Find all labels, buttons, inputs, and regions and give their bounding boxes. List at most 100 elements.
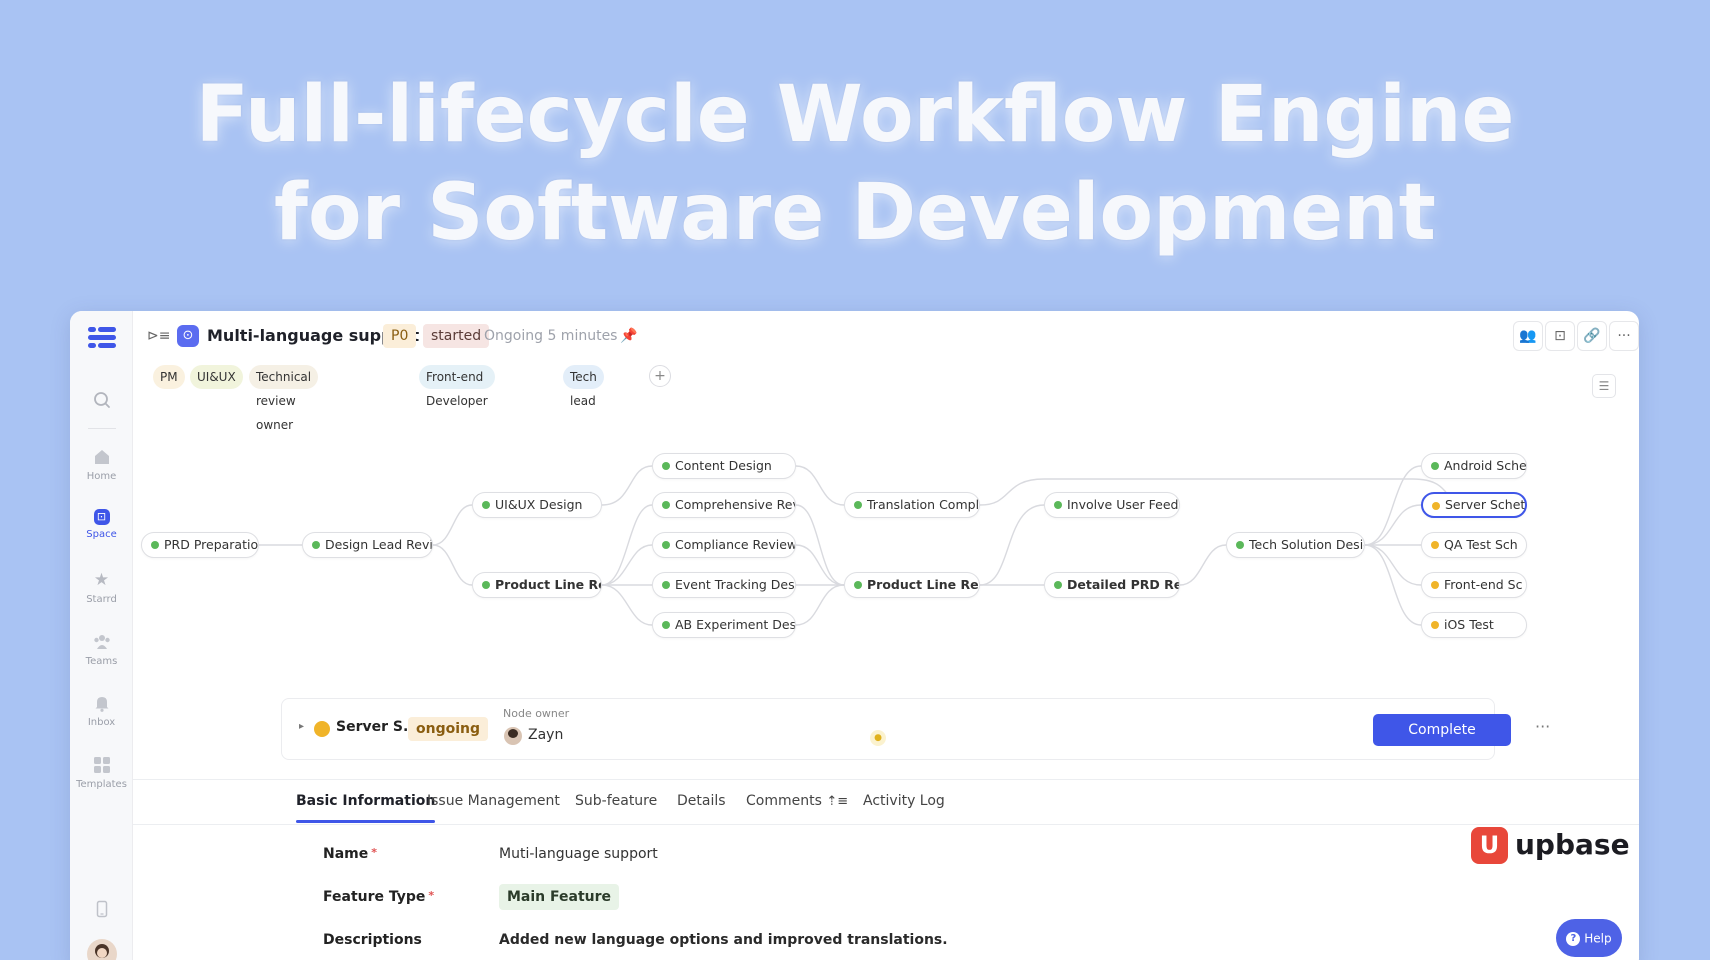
name-field-value[interactable]: Muti-language support (499, 846, 658, 862)
workflow-node[interactable]: iOS Test (1421, 612, 1527, 638)
workflow-node[interactable]: Content Design (652, 453, 796, 479)
search-icon (93, 392, 110, 408)
workflow-node[interactable]: Event Tracking Design (652, 572, 796, 598)
role-tag[interactable]: Technical review owner (249, 365, 319, 432)
complete-button[interactable]: Complete (1373, 714, 1511, 746)
sidebar-item-teams[interactable]: Teams (70, 632, 133, 667)
workflow-node[interactable]: Front-end Sc (1421, 572, 1527, 598)
sidebar-item-search[interactable] (70, 390, 133, 414)
help-icon: ? (1566, 931, 1581, 946)
sidebar-item-label: Home (86, 471, 117, 482)
sidebar-divider (88, 428, 116, 429)
tab-comments[interactable]: Comments ⇡≡ (746, 793, 848, 809)
view-settings-icon[interactable]: ☰ (1592, 374, 1616, 398)
tab-basic-information[interactable]: Basic Information (296, 793, 436, 823)
descriptions-field-label: Descriptions (323, 932, 422, 948)
current-node-name[interactable]: Server S... (336, 719, 419, 735)
link-icon[interactable]: 🔗 (1577, 321, 1607, 351)
app-window: Home ⊡ Space ★ Starrd Teams Inbox Templa… (70, 311, 1639, 960)
workflow-node[interactable]: Detailed PRD Review (1044, 572, 1180, 598)
node-owner-name[interactable]: Zayn (528, 727, 563, 743)
teams-icon (93, 635, 110, 649)
role-tag[interactable]: UI&UX (190, 365, 243, 389)
sidebar: Home ⊡ Space ★ Starrd Teams Inbox Templa… (70, 311, 133, 960)
label-text: Name (323, 846, 369, 862)
workflow-node[interactable]: Design Lead Review (302, 532, 433, 558)
workflow-node[interactable]: Tech Solution Design (1226, 532, 1365, 558)
star-icon: ★ (93, 570, 110, 590)
duration-text: Ongoing 5 minutes (484, 328, 618, 344)
pin-icon[interactable]: 📌 (620, 324, 637, 348)
tab-activity-log[interactable]: Activity Log (863, 793, 945, 809)
tab-label: Comments (746, 793, 822, 809)
workflow-node[interactable]: Product Line Review (472, 572, 602, 598)
workflow-node[interactable]: PRD Preparation (141, 532, 259, 558)
role-tag[interactable]: Tech lead (563, 365, 604, 408)
owner-avatar (504, 727, 522, 745)
space-icon: ⊡ (93, 509, 110, 525)
hero-line-1: Full-lifecycle Workflow Engine (195, 70, 1515, 160)
templates-icon (93, 757, 110, 773)
upbase-logo-icon: U (1471, 827, 1508, 864)
workflow-node[interactable]: QA Test Sch (1421, 532, 1527, 558)
expand-caret-icon[interactable]: ▸ (299, 721, 304, 732)
workflow-node[interactable]: Translation Complete (844, 492, 980, 518)
workflow-node[interactable]: Android Sche (1421, 453, 1527, 479)
workflow-node[interactable]: UI&UX Design (472, 492, 602, 518)
phone-icon (96, 900, 107, 918)
current-node-panel: ▸ Server S... ongoing Node owner Zayn ● … (281, 698, 1550, 760)
status-badge[interactable]: started (423, 324, 490, 348)
workflow-node[interactable]: Product Line Review (844, 572, 980, 598)
add-role-icon[interactable]: + (649, 365, 671, 387)
sidebar-item-templates[interactable]: Templates (70, 755, 133, 790)
sidebar-item-home[interactable]: Home (70, 447, 133, 482)
role-tag[interactable]: Front-end Developer (419, 365, 495, 408)
feature-type-field-label: Feature Type * (323, 889, 435, 905)
sidebar-item-mobile[interactable] (70, 899, 133, 923)
bookmark-icon[interactable]: ⊡ (1545, 321, 1575, 351)
task-header: ⊳≡ ⊙ Multi-language support P0 started O… (133, 311, 1639, 361)
workflow-node[interactable]: Compliance Review (652, 532, 796, 558)
node-more-icon[interactable]: ··· (1535, 717, 1550, 736)
collapse-panel-icon[interactable]: ⊳≡ (147, 324, 170, 348)
brand-name: upbase (1515, 828, 1630, 861)
user-avatar[interactable] (87, 939, 117, 960)
sidebar-item-label: Starrd (86, 594, 117, 605)
ongoing-status-icon (314, 721, 330, 737)
tab-details[interactable]: Details (677, 793, 726, 809)
sidebar-item-label: Templates (76, 779, 127, 790)
role-tag[interactable]: PM (153, 365, 185, 389)
sort-icon: ⇡≡ (826, 794, 849, 809)
app-logo-icon[interactable] (88, 327, 116, 349)
help-label: Help (1584, 931, 1612, 946)
more-icon[interactable]: ··· (1609, 321, 1639, 351)
tab-issue-management[interactable]: Issue Management (427, 793, 560, 809)
current-node-status-badge[interactable]: ongoing (408, 717, 489, 741)
feature-type-badge[interactable]: Main Feature (499, 884, 620, 910)
workflow-diagram: PRD Preparation Design Lead Review UI&UX… (133, 401, 1639, 641)
node-owner-label: Node owner (503, 707, 570, 720)
sidebar-item-label: Teams (85, 656, 118, 667)
sidebar-item-inbox[interactable]: Inbox (70, 693, 133, 728)
feature-type-icon: ⊙ (177, 325, 199, 347)
name-field-label: Name * (323, 846, 378, 862)
workflow-node[interactable]: Involve User Feedback (1044, 492, 1180, 518)
detail-tabs: Basic Information Issue Management Sub-f… (133, 779, 1639, 825)
hero-heading: Full-lifecycle Workflow Engine for Softw… (0, 66, 1710, 262)
members-icon[interactable]: 👥 (1513, 321, 1543, 351)
sidebar-item-starred[interactable]: ★ Starrd (70, 570, 133, 605)
descriptions-field-value[interactable]: Added new language options and improved … (499, 932, 948, 948)
home-icon (94, 450, 109, 464)
help-button[interactable]: ? Help (1556, 919, 1622, 957)
hero-line-2: for Software Development (274, 168, 1436, 258)
workflow-node-selected[interactable]: Server Schet (1421, 492, 1527, 518)
workflow-node[interactable]: Comprehensive Review (652, 492, 796, 518)
sidebar-item-label: Inbox (87, 717, 116, 728)
workflow-node[interactable]: AB Experiment Design (652, 612, 796, 638)
sidebar-item-space[interactable]: ⊡ Space (70, 509, 133, 540)
label-text: Feature Type (323, 889, 426, 905)
reminder-bell-icon[interactable]: ● (870, 730, 886, 746)
tab-sub-feature[interactable]: Sub-feature (575, 793, 657, 809)
workflow-edges (259, 465, 1467, 626)
priority-badge[interactable]: P0 (383, 324, 417, 348)
